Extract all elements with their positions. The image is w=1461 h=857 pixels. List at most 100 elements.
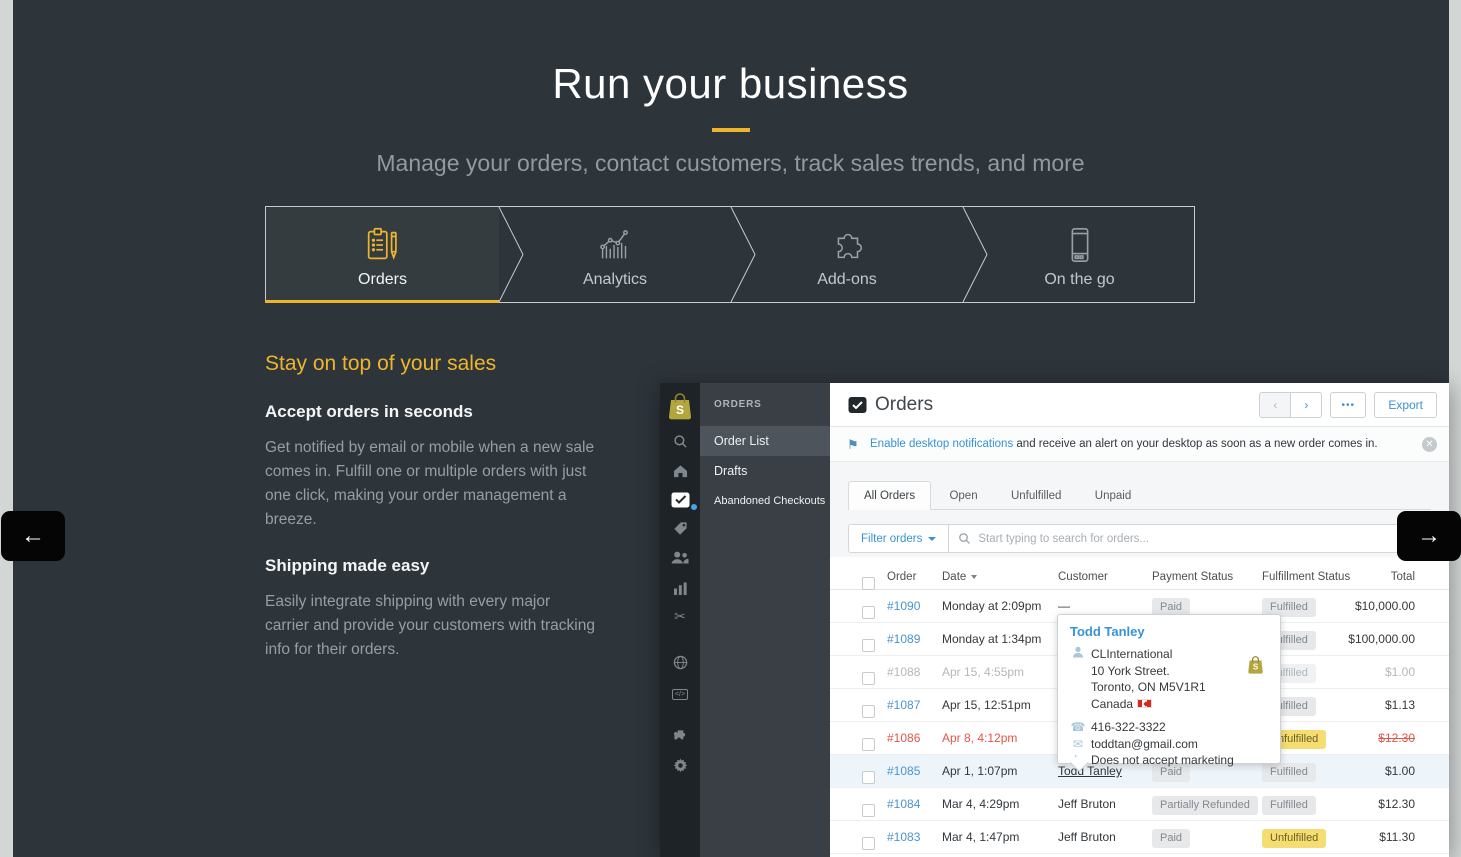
- filter-tab-unpaid[interactable]: Unpaid: [1080, 482, 1146, 511]
- more-actions-button[interactable]: •••: [1330, 392, 1366, 418]
- order-total: $11.30: [1379, 821, 1415, 854]
- order-customer: Jeff Bruton: [1058, 788, 1116, 821]
- tab-analytics[interactable]: Analytics: [499, 207, 731, 302]
- order-date: Apr 15, 4:55pm: [942, 656, 1024, 689]
- enable-notifications-link[interactable]: Enable desktop notifications: [870, 438, 1013, 450]
- products-tag-icon[interactable]: [660, 521, 700, 536]
- order-link[interactable]: #1086: [887, 731, 920, 745]
- fulfillment-status-badge: Fulfilled: [1262, 796, 1316, 815]
- row-checkbox[interactable]: [862, 804, 875, 817]
- row-checkbox[interactable]: [862, 738, 875, 751]
- next-page-button[interactable]: ›: [1290, 392, 1322, 418]
- online-store-globe-icon[interactable]: [660, 655, 700, 670]
- customers-icon[interactable]: [660, 550, 700, 564]
- customer-phone-row: ☎ 416-322-3322: [1058, 719, 1280, 736]
- col-header-fulfillment-status[interactable]: Fulfillment Status: [1262, 565, 1350, 590]
- tab-orders[interactable]: Orders: [266, 207, 499, 302]
- col-header-order[interactable]: Order: [887, 565, 916, 590]
- search-wrap: [949, 532, 1430, 545]
- feature-copy: Stay on top of your sales Accept orders …: [265, 352, 595, 686]
- search-input[interactable]: [978, 533, 1421, 545]
- customer-hover-card: Todd Tanley CLInternational 10 York Stre…: [1057, 614, 1281, 764]
- row-checkbox[interactable]: [862, 705, 875, 718]
- page: Run your business Manage your orders, co…: [0, 0, 1461, 857]
- code-icon[interactable]: </>: [660, 685, 700, 700]
- shopify-bag-icon: S: [1247, 655, 1264, 674]
- sort-caret-icon: [971, 575, 977, 579]
- analytics-chart-icon: [594, 223, 636, 267]
- admin-header: Orders ‹ › ••• Export: [830, 383, 1449, 427]
- order-link[interactable]: #1089: [887, 632, 920, 646]
- row-checkbox[interactable]: [862, 606, 875, 619]
- notification-banner: ⚑ Enable desktop notifications and recei…: [830, 427, 1449, 462]
- export-button[interactable]: Export: [1374, 392, 1437, 418]
- select-all-checkbox[interactable]: [862, 577, 875, 590]
- flag-icon: ⚑: [847, 427, 859, 462]
- sidebar-item-order-list[interactable]: Order List: [700, 426, 830, 456]
- feature-tab-strip: Orders Analytics: [265, 206, 1195, 303]
- customer-marketing: Does not accept marketing: [1091, 753, 1234, 767]
- order-link[interactable]: #1087: [887, 698, 920, 712]
- col-header-payment-status[interactable]: Payment Status: [1152, 565, 1233, 590]
- banner-text: Enable desktop notifications and receive…: [870, 427, 1378, 462]
- customer-address2: Toronto, ON M5V1R1: [1091, 679, 1280, 696]
- customer-email: toddtan@gmail.com: [1091, 737, 1198, 751]
- shopify-logo-icon[interactable]: S: [667, 392, 693, 420]
- order-date: Monday at 1:34pm: [942, 623, 1041, 656]
- banner-text-rest: and receive an alert on your desktop as …: [1013, 438, 1377, 450]
- order-total: $12.30: [1378, 788, 1415, 821]
- order-link[interactable]: #1084: [887, 797, 920, 811]
- search-icon[interactable]: [660, 434, 700, 449]
- row-checkbox[interactable]: [862, 672, 875, 685]
- payment-status-badge: Paid: [1152, 829, 1190, 848]
- table-row[interactable]: #1084 Mar 4, 4:29pm Jeff Bruton Partiall…: [830, 788, 1449, 821]
- order-total: $1.00: [1385, 656, 1415, 689]
- order-date: Apr 1, 1:07pm: [942, 755, 1017, 788]
- filter-tab-all-orders[interactable]: All Orders: [848, 481, 931, 510]
- carousel-next-button[interactable]: →: [1397, 511, 1461, 561]
- banner-close-icon[interactable]: ✕: [1422, 437, 1437, 452]
- tab-add-ons[interactable]: Add-ons: [731, 207, 963, 302]
- order-total: $12.30: [1378, 722, 1415, 755]
- order-total: $100,000.00: [1348, 623, 1415, 656]
- order-link[interactable]: #1088: [887, 665, 920, 679]
- home-icon[interactable]: [660, 463, 700, 478]
- order-link[interactable]: #1083: [887, 830, 920, 844]
- sidebar-section-label: ORDERS: [714, 399, 762, 410]
- customer-email-row: ✉ toddtan@gmail.com: [1058, 736, 1280, 753]
- sidebar-item-abandoned-checkouts[interactable]: Abandoned Checkouts: [700, 486, 830, 516]
- discounts-scissors-icon[interactable]: ✂: [660, 609, 700, 623]
- table-row[interactable]: #1083 Mar 4, 1:47pm Jeff Bruton Paid Unf…: [830, 821, 1449, 854]
- sidebar-item-drafts[interactable]: Drafts: [700, 456, 830, 486]
- order-customer: Jeff Bruton: [1058, 821, 1116, 854]
- smartphone-icon: [1059, 223, 1101, 267]
- feature-section-title: Accept orders in seconds: [265, 402, 595, 422]
- settings-gear-icon[interactable]: [660, 758, 700, 773]
- phone-icon: ☎: [1070, 719, 1086, 736]
- order-date: Mar 4, 4:29pm: [942, 788, 1019, 821]
- order-link[interactable]: #1085: [887, 764, 920, 778]
- carousel-previous-button[interactable]: ←: [1, 511, 65, 561]
- col-header-date[interactable]: Date: [942, 565, 977, 590]
- row-checkbox[interactable]: [862, 771, 875, 784]
- reports-bar-chart-icon[interactable]: [660, 581, 700, 595]
- order-link[interactable]: #1090: [887, 599, 920, 613]
- tab-on-the-go[interactable]: On the go: [963, 207, 1196, 302]
- apps-puzzle-icon[interactable]: [660, 729, 700, 744]
- previous-page-button[interactable]: ‹: [1259, 392, 1291, 418]
- customer-name-link[interactable]: Todd Tanley: [1058, 615, 1280, 646]
- order-date: Apr 15, 12:51pm: [942, 689, 1031, 722]
- orders-check-icon: [848, 396, 867, 414]
- row-checkbox[interactable]: [862, 639, 875, 652]
- page-title: Run your business: [0, 60, 1461, 108]
- row-checkbox[interactable]: [862, 837, 875, 850]
- admin-header-buttons: ‹ › ••• Export: [1259, 392, 1437, 418]
- filter-orders-button[interactable]: Filter orders: [849, 525, 949, 552]
- filter-tab-open[interactable]: Open: [934, 482, 992, 511]
- col-header-total[interactable]: Total: [1391, 565, 1415, 590]
- admin-screenshot: S ✂: [660, 383, 1449, 857]
- col-header-customer[interactable]: Customer: [1058, 565, 1108, 590]
- person-icon: [1070, 646, 1086, 663]
- filter-tab-unfulfilled[interactable]: Unfulfilled: [996, 482, 1077, 511]
- admin-page-title-wrap: Orders: [848, 394, 933, 416]
